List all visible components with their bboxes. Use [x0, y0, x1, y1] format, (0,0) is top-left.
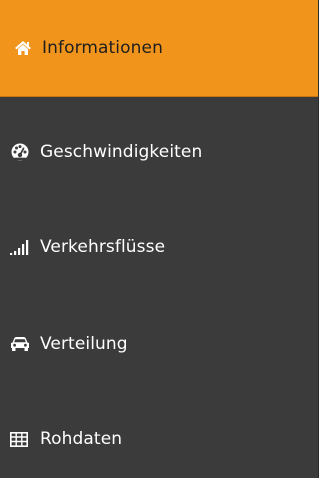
sidebar-item-informationen[interactable]: Informationen — [0, 0, 318, 97]
sidebar-item-label: Informationen — [42, 38, 163, 58]
sidebar-item-verkehrsfluesse[interactable]: Verkehrsflüsse — [0, 199, 318, 295]
car-icon — [10, 332, 40, 356]
sidebar-item-geschwindigkeiten[interactable]: Geschwindigkeiten — [0, 104, 318, 200]
home-icon — [14, 36, 36, 60]
sidebar-item-verteilung[interactable]: Verteilung — [0, 296, 318, 392]
sidebar-item-label: Verteilung — [40, 334, 128, 354]
sidebar: Informationen Geschwindigkeiten Verkehrs… — [0, 0, 319, 478]
sidebar-item-label: Rohdaten — [40, 429, 123, 449]
speedometer-icon — [10, 140, 40, 164]
sidebar-item-rohdaten[interactable]: Rohdaten — [0, 391, 318, 487]
sidebar-item-label: Verkehrsflüsse — [40, 237, 166, 257]
table-icon — [10, 427, 40, 451]
signal-bars-icon — [10, 235, 40, 259]
sidebar-item-label: Geschwindigkeiten — [40, 142, 203, 162]
